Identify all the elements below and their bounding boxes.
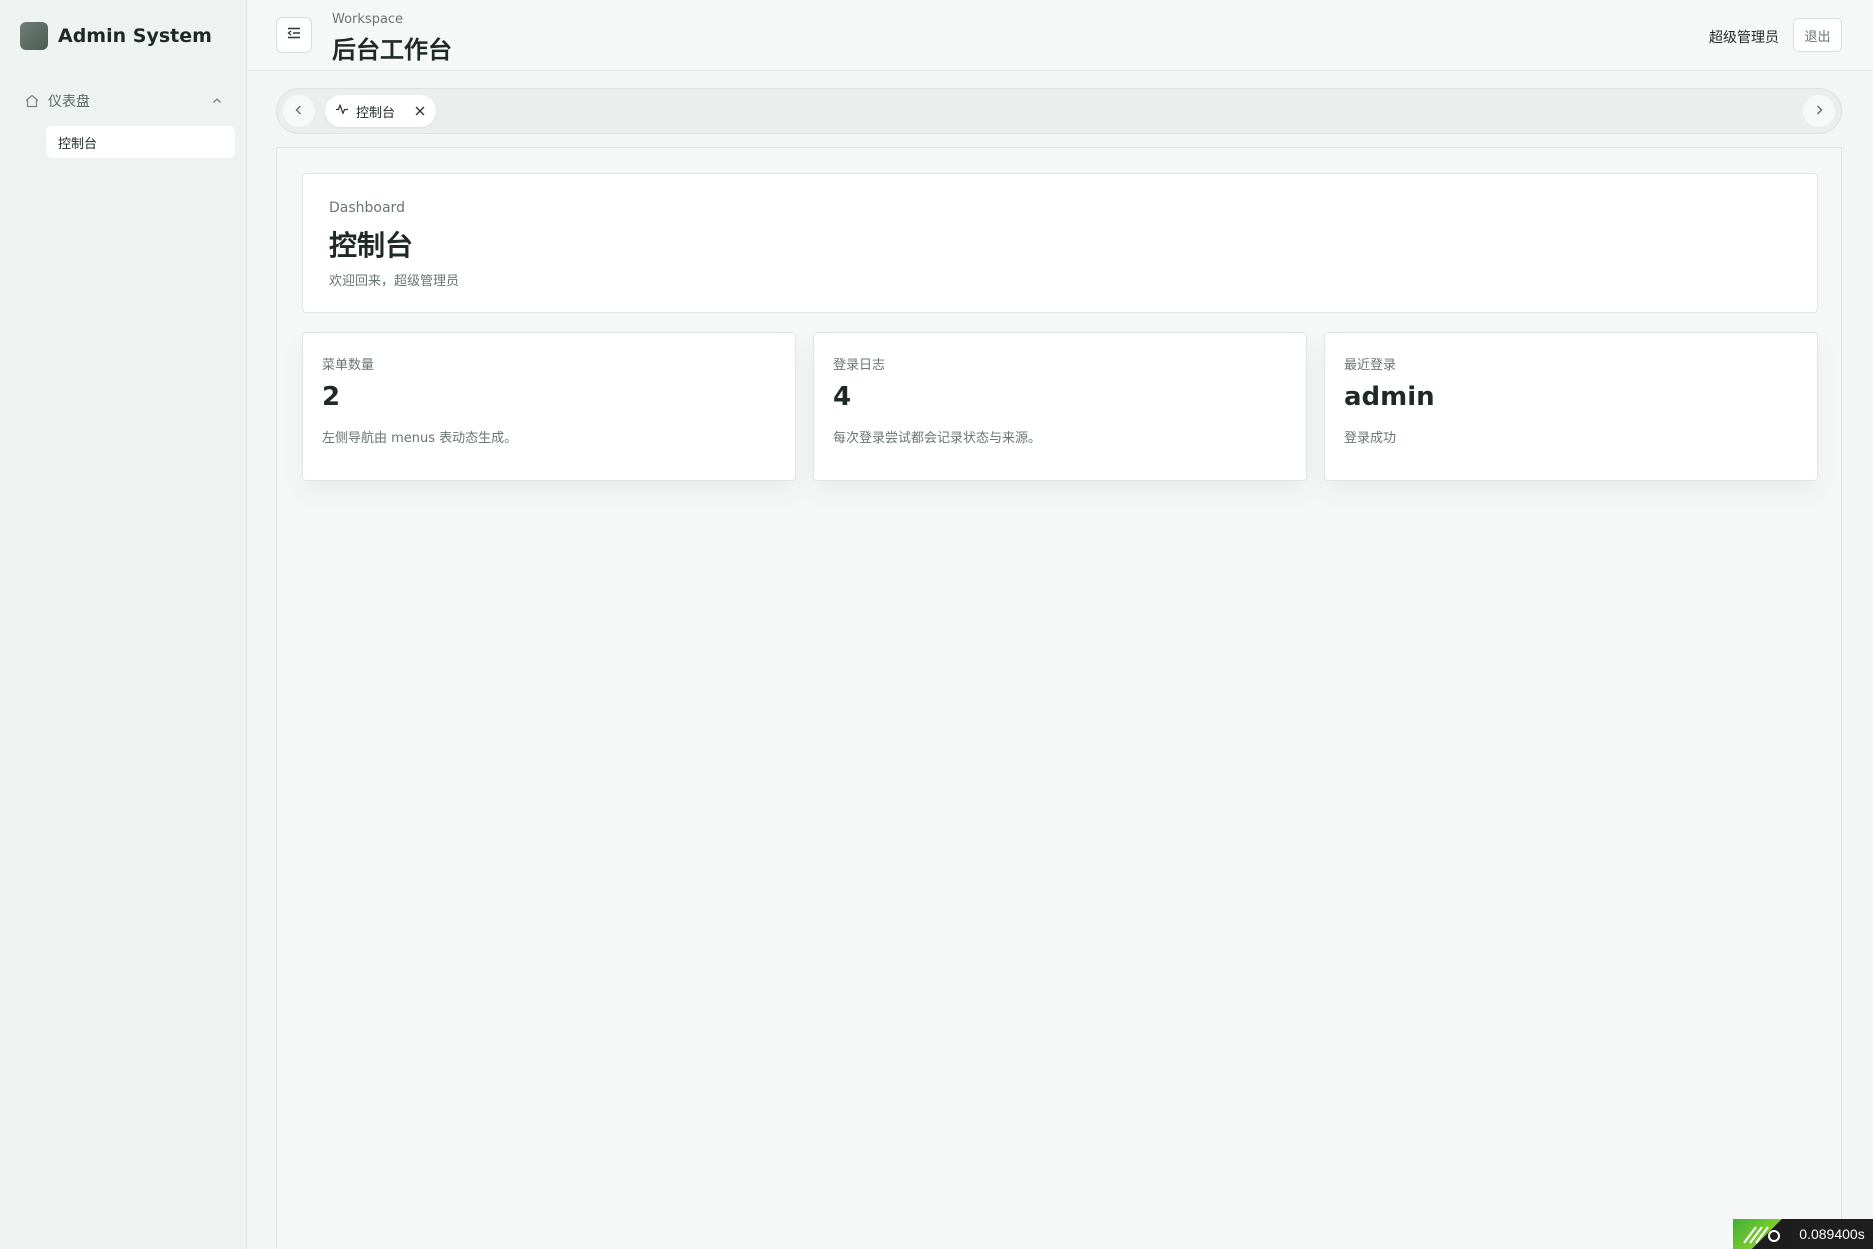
current-user: 超级管理员 <box>1709 30 1779 46</box>
stat-card-menu-count: 菜单数量 2 左侧导航由 menus 表动态生成。 <box>302 332 796 481</box>
page-title: 后台工作台 <box>332 36 452 64</box>
menu-fold-icon <box>286 25 302 45</box>
stat-description: 登录成功 <box>1344 431 1397 446</box>
stat-value: 2 <box>322 382 341 412</box>
dashboard-hero: Dashboard 控制台 欢迎回来，超级管理员 <box>302 173 1818 313</box>
sidebar: Admin System 仪表盘 控制台 <box>0 0 247 1249</box>
hero-title: 控制台 <box>329 229 414 262</box>
sidebar-item-console[interactable]: 控制台 <box>46 126 235 158</box>
stat-label: 登录日志 <box>833 358 886 373</box>
top-header: Workspace 后台工作台 超级管理员 退出 <box>248 0 1873 71</box>
render-time-value: 0.089400s <box>1791 1219 1873 1249</box>
sidebar-group-dashboard[interactable]: 仪表盘 <box>24 90 224 112</box>
close-icon[interactable] <box>414 105 426 117</box>
tabs-scroll-left-button[interactable] <box>283 95 315 127</box>
sidebar-group-label: 仪表盘 <box>48 94 90 110</box>
render-timer-badge: 0.089400s <box>1733 1219 1873 1249</box>
stat-card-login-logs: 登录日志 4 每次登录尝试都会记录状态与来源。 <box>813 332 1307 481</box>
home-icon <box>24 93 40 109</box>
main-content: Dashboard 控制台 欢迎回来，超级管理员 菜单数量 2 左侧导航由 me… <box>276 147 1842 1249</box>
tabs-bar: 控制台 <box>276 88 1842 134</box>
stat-label: 菜单数量 <box>322 358 375 373</box>
sidebar-toggle-button[interactable] <box>276 17 312 53</box>
brand[interactable]: Admin System <box>20 22 212 50</box>
brand-logo <box>20 22 48 50</box>
stat-value: admin <box>1344 382 1435 412</box>
tab-console[interactable]: 控制台 <box>325 95 436 127</box>
header-subtitle: Workspace <box>332 12 404 27</box>
stat-description: 每次登录尝试都会记录状态与来源。 <box>833 431 1042 446</box>
sidebar-item-label: 控制台 <box>58 136 98 152</box>
stat-value: 4 <box>833 382 852 412</box>
chevron-left-icon <box>292 102 306 121</box>
tabs-scroll-right-button[interactable] <box>1803 95 1835 127</box>
debug-toolbar-icon[interactable] <box>1733 1219 1791 1249</box>
tab-label: 控制台 <box>356 105 396 121</box>
activity-icon <box>335 102 349 120</box>
hero-subtitle: Dashboard <box>329 200 405 216</box>
welcome-text: 欢迎回来，超级管理员 <box>329 274 460 289</box>
stat-label: 最近登录 <box>1344 358 1397 373</box>
app-root: Admin System 仪表盘 控制台 Workspace 后台工作台 超级管… <box>0 0 1873 1249</box>
chevron-up-icon[interactable] <box>210 93 224 112</box>
stat-card-recent-login: 最近登录 admin 登录成功 <box>1324 332 1818 481</box>
stat-description: 左侧导航由 menus 表动态生成。 <box>322 431 518 446</box>
logout-button[interactable]: 退出 <box>1793 18 1842 52</box>
brand-name: Admin System <box>58 25 212 47</box>
chevron-right-icon <box>1812 102 1826 121</box>
